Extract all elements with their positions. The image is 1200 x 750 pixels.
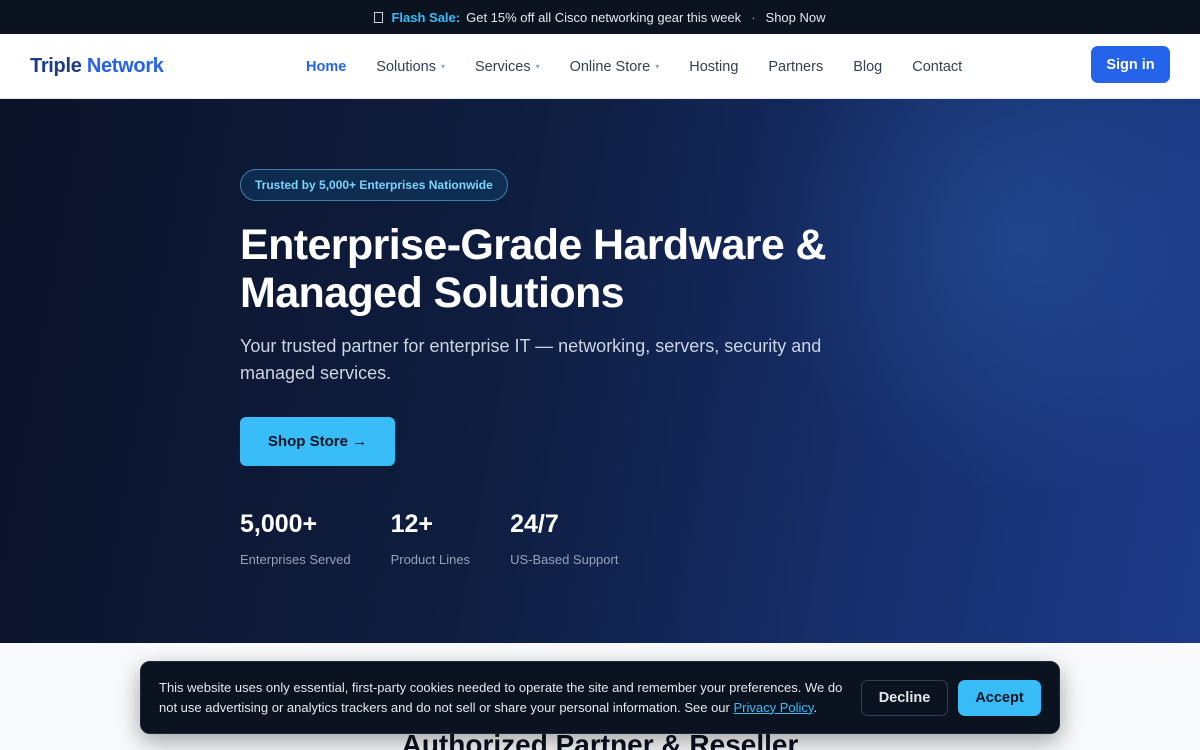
stat-value: 24/7: [510, 510, 559, 538]
nav-home-label: Home: [306, 58, 347, 75]
hero-stats: 5,000+ Enterprises Served 12+ Product Li…: [240, 510, 960, 567]
nav-services[interactable]: Services ▾: [475, 59, 540, 75]
nav-contact-label: Contact: [912, 58, 963, 75]
cookie-banner: This website uses only essential, first-…: [140, 661, 1060, 734]
nav-solutions-label: Solutions: [376, 58, 436, 75]
hero-content: Trusted by 5,000+ Enterprises Nationwide…: [240, 169, 960, 567]
nav-partners[interactable]: Partners: [768, 59, 823, 75]
accept-button[interactable]: Accept: [958, 680, 1041, 716]
nav-partners-label: Partners: [768, 58, 824, 75]
main-nav: Home Solutions ▾ Services ▾ Online Store…: [306, 34, 992, 99]
announcement-bar: Flash Sale: Get 15% off all Cisco networ…: [0, 0, 1200, 34]
stat-label: US-Based Support: [510, 552, 619, 567]
announcement-message: Get 15% off all Cisco networking gear th…: [466, 9, 742, 25]
chevron-down-icon: ▾: [655, 62, 660, 71]
nav-blog-label: Blog: [853, 58, 883, 75]
stat-product-lines: 12+ Product Lines: [391, 510, 471, 567]
stat-value: 12+: [390, 510, 433, 538]
sign-in-button[interactable]: Sign in: [1091, 46, 1170, 83]
announcement-separator: ·: [751, 9, 756, 25]
nav-contact[interactable]: Contact: [912, 59, 962, 75]
stat-enterprises: 5,000+ Enterprises Served: [240, 510, 351, 567]
stat-label: Enterprises Served: [240, 552, 351, 567]
nav-hosting-label: Hosting: [689, 58, 739, 75]
nav-services-label: Services: [474, 58, 531, 75]
logo[interactable]: Triple Network: [30, 55, 164, 78]
nav-home[interactable]: Home: [306, 59, 346, 75]
nav-solutions[interactable]: Solutions ▾: [376, 59, 445, 75]
logo-word-triple: Triple: [30, 54, 82, 77]
stat-label: Product Lines: [390, 552, 471, 567]
nav-online-store-label: Online Store: [569, 58, 651, 75]
chevron-down-icon: ▾: [440, 62, 445, 71]
logo-word-network: Network: [86, 54, 164, 77]
cookie-text: This website uses only essential, first-…: [159, 678, 849, 718]
privacy-policy-link[interactable]: Privacy Policy: [733, 700, 813, 715]
hero-title: Enterprise-Grade Hardware & Managed Solu…: [240, 221, 827, 317]
flash-sale-label: Flash Sale:: [391, 9, 461, 25]
stat-value: 5,000+: [240, 510, 318, 538]
site-header: Triple Network Home Solutions ▾ Services…: [0, 34, 1200, 99]
shop-store-button[interactable]: Shop Store →: [240, 417, 395, 466]
hero-subtitle: Your trusted partner for enterprise IT —…: [240, 336, 822, 383]
shop-now-link[interactable]: Shop Now: [766, 10, 826, 25]
decline-button[interactable]: Decline: [861, 680, 948, 716]
nav-online-store[interactable]: Online Store ▾: [570, 59, 660, 75]
cookie-period: .: [813, 699, 818, 715]
hero-section: Trusted by 5,000+ Enterprises Nationwide…: [0, 99, 1200, 643]
box-icon: [374, 11, 384, 23]
stat-support: 24/7 US-Based Support: [510, 510, 618, 567]
trust-badge: Trusted by 5,000+ Enterprises Nationwide: [240, 169, 508, 201]
nav-blog[interactable]: Blog: [853, 59, 882, 75]
nav-hosting[interactable]: Hosting: [689, 59, 738, 75]
chevron-down-icon: ▾: [535, 62, 540, 71]
